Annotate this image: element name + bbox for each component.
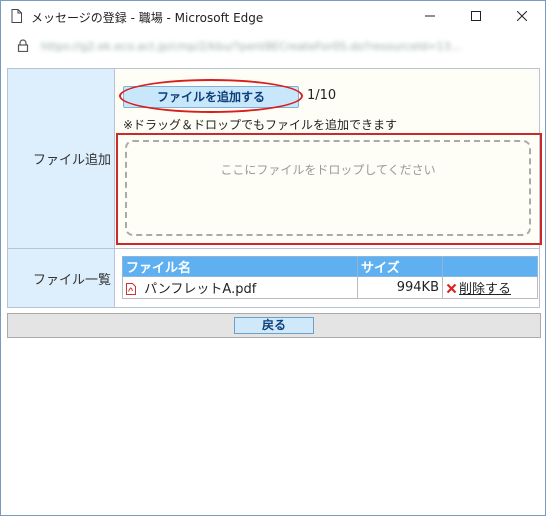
file-list-label-cell: ファイル一覧 xyxy=(7,248,115,308)
file-list-cell: ファイル名 サイズ パンフレットA.pdf 994KB 削除する xyxy=(114,248,540,308)
file-add-label: ファイル追加 xyxy=(32,153,111,168)
file-table: ファイル名 サイズ パンフレットA.pdf 994KB 削除する xyxy=(122,256,538,299)
file-add-label-cell: ファイル追加 xyxy=(7,68,115,249)
minimize-button[interactable] xyxy=(407,1,453,31)
drop-zone[interactable]: ここにファイルをドロップしてください xyxy=(125,140,531,236)
drop-zone-text: ここにファイルをドロップしてください xyxy=(220,163,436,177)
back-button[interactable]: 戻る xyxy=(234,317,314,334)
file-form: ファイル追加 ファイルを追加する 1/10 ※ドラッグ＆ドロップでもファイルを追… xyxy=(7,68,542,308)
address-url[interactable]: https://g2.ek.eco.act.jp/cmp/2/kbu/?pent… xyxy=(41,40,461,53)
file-count: 1/10 xyxy=(307,88,337,103)
file-add-cell: ファイルを追加する 1/10 ※ドラッグ＆ドロップでもファイルを追加できます こ… xyxy=(114,68,542,249)
page-icon xyxy=(11,9,22,23)
file-name: パンフレットA.pdf xyxy=(144,282,257,297)
column-filename: ファイル名 xyxy=(122,256,358,277)
maximize-button[interactable] xyxy=(453,1,499,31)
file-table-header: ファイル名 サイズ xyxy=(122,256,538,277)
add-file-button[interactable]: ファイルを追加する xyxy=(123,86,299,108)
close-icon xyxy=(517,11,527,21)
delete-icon[interactable] xyxy=(446,283,457,294)
lock-icon xyxy=(17,39,29,52)
window-title: メッセージの登録 - 職場 - Microsoft Edge xyxy=(31,11,264,25)
file-list-label: ファイル一覧 xyxy=(32,272,111,288)
address-bar[interactable]: https://g2.ek.eco.act.jp/cmp/2/kbu/?pent… xyxy=(1,31,545,61)
browser-window: メッセージの登録 - 職場 - Microsoft Edge https://g… xyxy=(0,0,546,516)
file-action-cell: 削除する xyxy=(442,276,538,299)
maximize-icon xyxy=(471,11,481,21)
pdf-file-icon xyxy=(126,283,136,295)
close-button[interactable] xyxy=(499,1,545,31)
delete-file-link[interactable]: 削除する xyxy=(459,282,511,297)
column-action xyxy=(442,256,538,277)
file-size: 994KB xyxy=(357,276,443,299)
table-row: パンフレットA.pdf 994KB 削除する xyxy=(122,276,538,299)
file-name-cell: パンフレットA.pdf xyxy=(122,276,358,299)
drop-zone-highlight: ここにファイルをドロップしてください xyxy=(116,133,542,245)
drag-drop-note: ※ドラッグ＆ドロップでもファイルを追加できます xyxy=(123,118,398,132)
footer-bar: 戻る xyxy=(7,313,541,338)
title-bar: メッセージの登録 - 職場 - Microsoft Edge xyxy=(1,1,545,31)
column-size: サイズ xyxy=(357,256,443,277)
minimize-icon xyxy=(425,15,435,17)
